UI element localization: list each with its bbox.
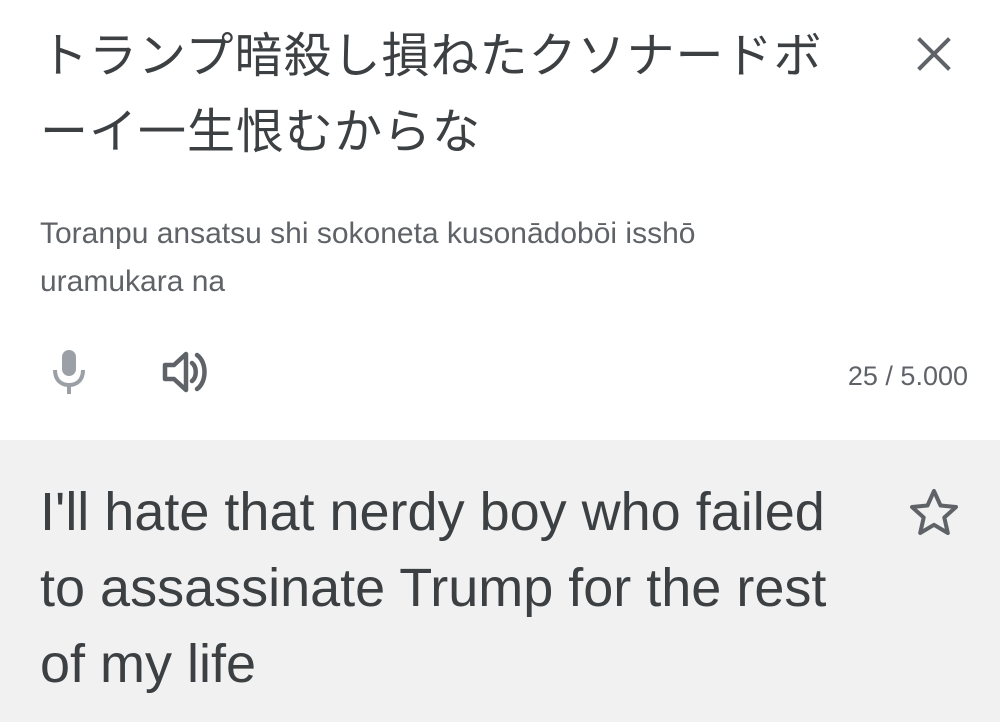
save-translation-button[interactable] [904, 482, 964, 542]
speaker-icon [162, 351, 207, 393]
microphone-icon [53, 350, 85, 394]
source-text[interactable]: トランプ暗殺し損ねたクソナードボーイ一生恨むからな [40, 18, 860, 170]
listen-button[interactable] [156, 344, 216, 400]
character-count: 25 / 5.000 [847, 361, 968, 391]
clear-button[interactable] [906, 26, 962, 82]
source-panel: トランプ暗殺し損ねたクソナードボーイ一生恨むからな Toranpu ansats… [0, 0, 1000, 440]
romanization-text: Toranpu ansatsu shi sokoneta kusonādobōi… [40, 217, 696, 298]
close-icon [917, 37, 951, 71]
translation-panel: I'll hate that nerdy boy who failed to a… [0, 440, 1000, 722]
translation-text: I'll hate that nerdy boy who failed to a… [40, 482, 827, 694]
microphone-button[interactable] [44, 344, 94, 400]
star-icon [910, 489, 958, 535]
